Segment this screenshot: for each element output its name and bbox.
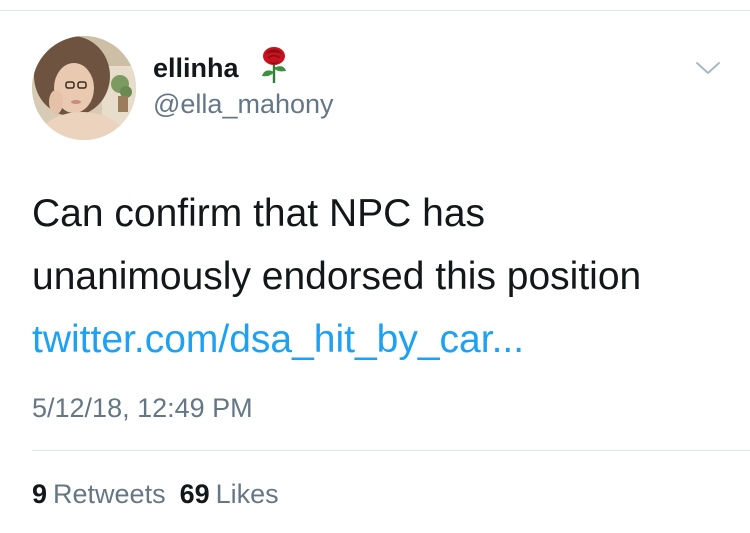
retweets-stat[interactable]: 9 Retweets xyxy=(32,479,166,509)
user-avatar[interactable] xyxy=(32,36,136,140)
likes-label: Likes xyxy=(215,479,279,509)
likes-stat[interactable]: 69 Likes xyxy=(180,479,279,509)
retweets-label: Retweets xyxy=(53,479,166,509)
stats-divider xyxy=(32,450,750,451)
avatar-image xyxy=(32,36,136,140)
tweet-stats: 9 Retweets 69 Likes xyxy=(32,477,279,511)
chevron-down-icon[interactable] xyxy=(694,58,722,78)
rose-icon xyxy=(257,46,291,84)
tweet-timestamp[interactable]: 5/12/18, 12:49 PM xyxy=(32,391,253,425)
likes-count: 69 xyxy=(179,479,210,509)
display-name[interactable]: ellinha xyxy=(153,52,239,84)
user-handle[interactable]: @ella_mahony xyxy=(153,88,334,120)
tweet-text-line: Can confirm that NPC has xyxy=(32,192,486,235)
tweet-text-line: unanimously endorsed this position xyxy=(32,255,642,298)
tweet-link[interactable]: twitter.com/dsa_hit_by_car... xyxy=(32,308,722,371)
retweets-count: 9 xyxy=(32,479,48,509)
top-divider xyxy=(0,10,750,11)
tweet-text: Can confirm that NPC has unanimously end… xyxy=(32,182,722,371)
